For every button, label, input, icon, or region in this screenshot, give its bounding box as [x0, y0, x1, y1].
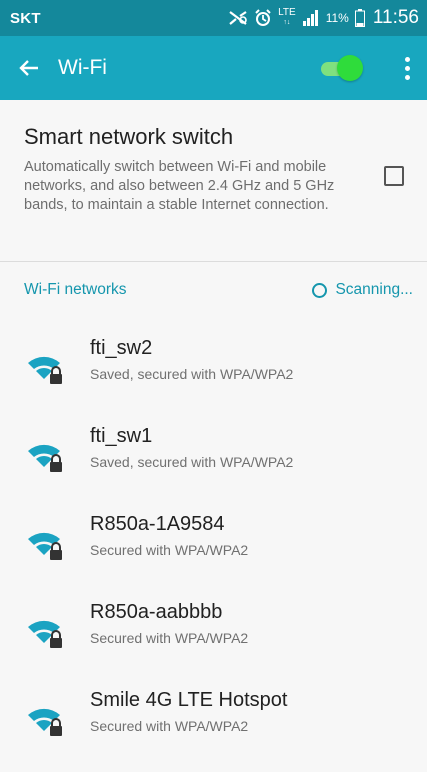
network-item[interactable]: Smile 4G LTE Hotspot Secured with WPA/WP… [0, 684, 427, 772]
wifi-networks-header: Wi-Fi networks Scanning... [0, 262, 427, 318]
back-button[interactable] [0, 36, 58, 100]
signal-strength-icon [302, 10, 320, 26]
network-status: Secured with WPA/WPA2 [90, 718, 249, 734]
wifi-toggle[interactable] [317, 51, 365, 85]
smart-network-switch-checkbox[interactable] [384, 166, 404, 186]
scan-status-label: Scanning... [335, 281, 413, 298]
battery-icon [354, 9, 365, 27]
back-arrow-icon [19, 60, 38, 76]
network-name: Smile 4G LTE Hotspot [90, 689, 288, 711]
network-item[interactable]: fti_sw2 Saved, secured with WPA/WPA2 [0, 332, 427, 420]
status-bar: SKT LTE ↑↓ 11% 11:56 [0, 0, 427, 36]
network-item[interactable]: R850a-1A9584 Secured with WPA/WPA2 [0, 508, 427, 596]
network-name: R850a-aabbbb [90, 601, 223, 623]
network-item[interactable]: R850a-aabbbb Secured with WPA/WPA2 [0, 596, 427, 684]
smart-network-switch-description: Automatically switch between Wi-Fi and m… [24, 159, 335, 213]
network-name: R850a-1A9584 [90, 513, 225, 535]
more-vert-icon [404, 56, 410, 80]
status-icons: LTE ↑↓ 11% 11:56 [228, 7, 419, 29]
scanning-spinner-icon [312, 282, 328, 298]
network-status: Saved, secured with WPA/WPA2 [90, 454, 294, 470]
wifi-secured-icon [28, 444, 62, 472]
scan-status: Scanning... [312, 281, 413, 299]
network-list: fti_sw2 Saved, secured with WPA/WPA2 fti… [0, 332, 427, 772]
more-options-button[interactable] [387, 36, 427, 100]
wifi-secured-icon [28, 620, 62, 648]
smart-network-switch-row[interactable]: Smart network switch Automatically switc… [0, 100, 427, 262]
network-name: fti_sw2 [90, 337, 153, 359]
network-status: Saved, secured with WPA/WPA2 [90, 366, 294, 382]
section-title: Wi-Fi networks [24, 281, 127, 298]
lte-label: LTE [278, 7, 296, 18]
toggle-thumb [337, 55, 363, 81]
app-bar: Wi-Fi [0, 36, 427, 100]
network-status: Secured with WPA/WPA2 [90, 630, 249, 646]
network-status: Secured with WPA/WPA2 [90, 542, 249, 558]
carrier-label: SKT [10, 9, 41, 27]
clock: 11:56 [372, 7, 419, 28]
blocking-mode-icon [228, 10, 248, 26]
alarm-icon [254, 9, 272, 27]
network-name: fti_sw1 [90, 425, 153, 447]
wifi-secured-icon [28, 708, 62, 736]
network-item[interactable]: fti_sw1 Saved, secured with WPA/WPA2 [0, 420, 427, 508]
wifi-secured-icon [28, 532, 62, 560]
smart-network-switch-title: Smart network switch [24, 124, 234, 149]
wifi-secured-icon [28, 356, 62, 384]
page-title: Wi-Fi [58, 56, 107, 79]
lte-indicator: LTE ↑↓ [278, 7, 296, 27]
battery-percentage: 11% [325, 11, 349, 25]
